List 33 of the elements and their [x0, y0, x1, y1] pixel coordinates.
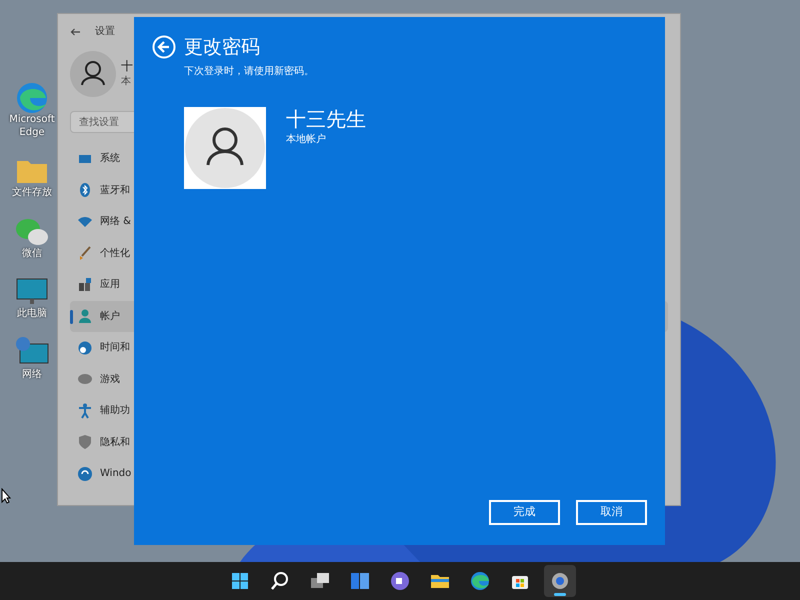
profile-name: 十 [121, 59, 133, 74]
mouse-pointer-icon [1, 488, 11, 504]
dialog-subtitle: 下次登录时，请使用新密码。 [184, 64, 315, 78]
nav-item[interactable]: 辅助功 [70, 395, 668, 426]
window-title: 设置 [95, 24, 115, 39]
dialog-button[interactable]: 完成 [489, 500, 560, 525]
apps-icon [77, 276, 93, 293]
desktop-icon-label: 网络 [21, 368, 43, 381]
dialog-button[interactable]: 取消 [576, 500, 647, 525]
nav-item[interactable]: 个性化 [70, 238, 668, 269]
profile-subtitle: 本 [121, 74, 132, 89]
desktop-icon-label: 微信 [21, 248, 43, 260]
user-avatar-icon [184, 106, 266, 188]
nav-item[interactable]: 蓝牙和 [70, 174, 668, 206]
desktop-icon-label: 此电脑 [16, 308, 48, 320]
access-icon [77, 402, 93, 419]
bluetooth-icon [77, 182, 93, 198]
brush-icon [77, 245, 93, 262]
user-name: 十三先生 [286, 106, 366, 132]
back-icon[interactable] [70, 28, 81, 36]
person-icon [77, 308, 93, 324]
nav-item[interactable]: 时间和 [70, 332, 668, 364]
nav-item[interactable]: 应用 [70, 269, 668, 300]
avatar-icon [70, 51, 116, 97]
nav-item[interactable]: 游戏 [70, 364, 668, 395]
desktop-icon-label: 文件存放 [11, 187, 53, 200]
shield-icon [77, 434, 93, 450]
desktop-icon-label: Microsoft Edge [8, 114, 56, 139]
nav-item[interactable]: Windo [70, 458, 668, 490]
nav-item[interactable]: 隐私和 [70, 426, 668, 458]
nav-item[interactable]: 网络 & [70, 206, 668, 238]
dialog-title: 更改密码 [184, 35, 260, 60]
selection-indicator [70, 310, 73, 324]
